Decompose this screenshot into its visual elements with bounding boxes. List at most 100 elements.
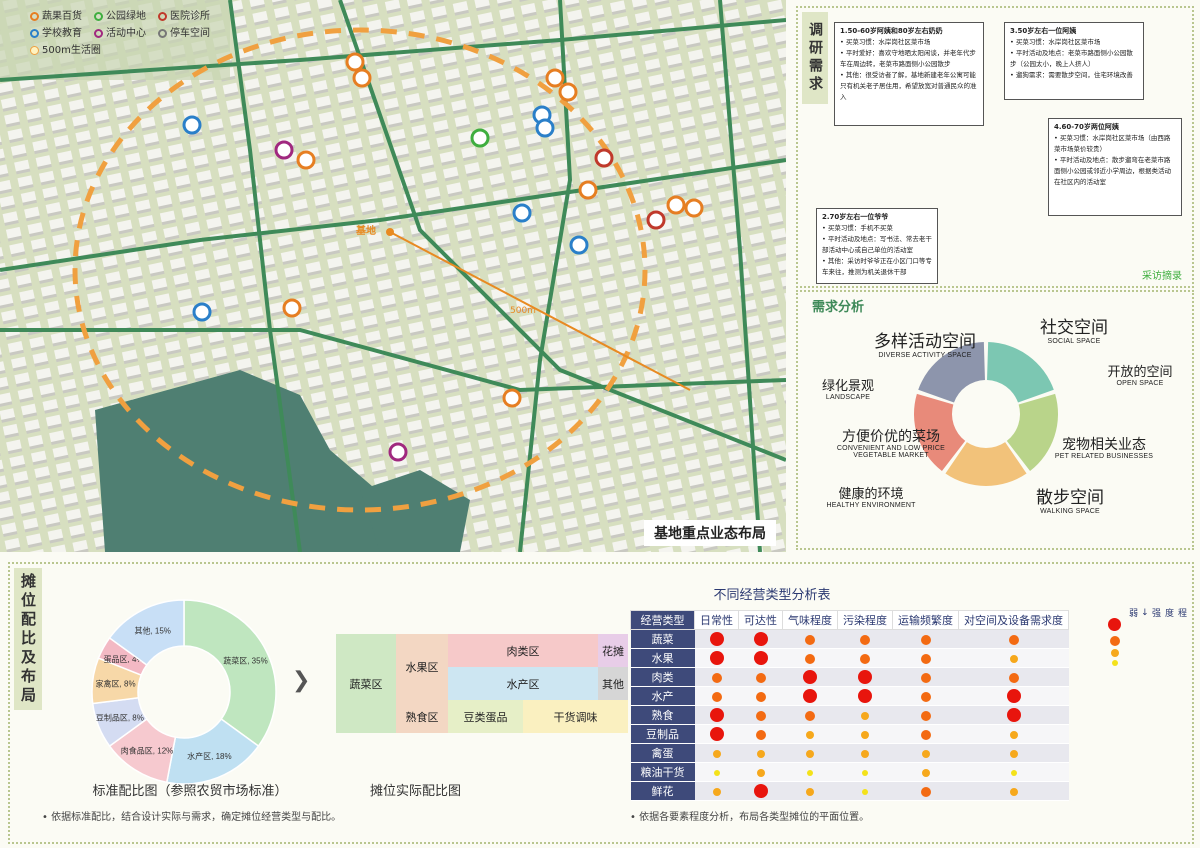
poi-pin-icon xyxy=(684,198,704,218)
level-dot xyxy=(920,691,931,702)
row-name: 肉类 xyxy=(630,667,695,687)
legend-item: 活动中心 xyxy=(94,25,146,42)
legend-item: 医院诊所 xyxy=(158,8,210,25)
legend-dot xyxy=(94,29,103,38)
level-dot xyxy=(921,768,930,777)
stall-title: 摊位配比及布局 xyxy=(14,568,42,710)
distance-label: 500m xyxy=(510,306,536,316)
level-cell xyxy=(694,743,739,763)
cell-bean-egg: 豆类蛋品 xyxy=(448,700,523,733)
level-cell xyxy=(738,743,783,763)
label-diverse-activity: 多样活动空间 DIVERSE ACTIVITY SPACE xyxy=(850,332,1000,359)
note-line: • 平时爱好：喜欢守地晒太阳闲谈，并老年代步车在周边转，老菜市路面侧小公园散步 xyxy=(840,49,976,68)
row-name: 水果 xyxy=(630,648,695,668)
label-zh: 多样活动空间 xyxy=(874,332,976,352)
label-en: PET RELATED BUSINESSES xyxy=(1054,452,1154,460)
poi-pin-icon xyxy=(296,150,316,170)
table-row: 鲜花 xyxy=(630,781,1069,801)
level-cell xyxy=(837,724,893,744)
level-dot xyxy=(920,672,931,683)
level-cell xyxy=(738,629,783,649)
level-cell xyxy=(958,743,1069,763)
note-line: • 买菜习惯：水岸岗社区菜市场 xyxy=(1010,38,1101,46)
level-dot xyxy=(1009,654,1018,663)
label-en: DIVERSE ACTIVITY SPACE xyxy=(878,351,972,359)
level-cell xyxy=(892,629,959,649)
donut-segment xyxy=(183,599,277,748)
level-cell xyxy=(892,667,959,687)
level-cell xyxy=(694,724,739,744)
actual-caption: 摊位实际配比图 xyxy=(370,784,462,799)
poi-pin-icon xyxy=(182,115,202,135)
legend-item: 公园绿地 xyxy=(94,8,146,25)
level-cell xyxy=(958,724,1069,744)
note-line: • 平时活动及地点：写书法、常去老干部活动中心或自己单位的活动室 xyxy=(822,235,932,254)
donut-label: 其他, 15% xyxy=(134,626,170,636)
level-dot xyxy=(858,670,872,684)
note-line: • 其他：很受访者了解，基地新建老年公寓可能只有机关老子居住用，希望放宽对普通民… xyxy=(840,71,977,101)
poi-pin-icon xyxy=(388,442,408,462)
standard-ratio-donut: 蔬菜区, 35% 水产区, 18% 肉食品区, 12% 豆制品区, 8% 家禽区, 8%… xyxy=(91,599,277,785)
donut-label: 水产区, 18% xyxy=(187,751,231,761)
poi-pin-icon xyxy=(558,82,578,102)
level-dot xyxy=(921,749,930,758)
legend-label: 活动中心 xyxy=(106,28,146,39)
level-dot xyxy=(860,634,870,645)
level-cell xyxy=(837,686,893,706)
poi-pin-icon xyxy=(274,140,294,160)
research-title: 调研需求 xyxy=(802,12,828,104)
level-cell xyxy=(837,629,893,649)
level-dot xyxy=(861,749,869,758)
row-name: 蔬菜 xyxy=(630,629,695,649)
level-dot xyxy=(709,651,724,665)
row-name: 鲜花 xyxy=(630,781,695,801)
level-dot xyxy=(755,672,766,683)
level-dot xyxy=(712,749,721,758)
cell-dry-goods: 干货调味 xyxy=(523,700,628,733)
level-cell xyxy=(782,781,838,801)
row-name: 熟食 xyxy=(630,705,695,725)
level-dot xyxy=(920,634,931,645)
table-row: 蔬菜 xyxy=(630,629,1069,649)
note-line: • 买菜习惯：手机不买菜 xyxy=(822,224,893,232)
legend-item: 停车空间 xyxy=(158,25,210,42)
scale-dot xyxy=(1110,636,1120,646)
note-line: • 平时活动及地点：散步遛弯在老菜市路面侧小公园或邻近小学周边，根据类活动在社区… xyxy=(1054,156,1171,186)
level-cell xyxy=(738,667,783,687)
label-social: 社交空间 SOCIAL SPACE xyxy=(1024,319,1124,345)
level-dot xyxy=(709,632,724,646)
label-zh: 散步空间 xyxy=(1036,488,1104,508)
label-zh: 健康的环境 xyxy=(838,487,904,502)
level-dot xyxy=(711,672,722,683)
label-en: SOCIAL SPACE xyxy=(1047,337,1101,345)
row-name: 粮油干货 xyxy=(630,762,695,782)
level-cell xyxy=(782,743,838,763)
level-cell xyxy=(892,762,959,782)
level-cell xyxy=(694,686,739,706)
level-dot xyxy=(803,689,817,703)
scale-label: 程度强→弱 xyxy=(1127,608,1186,617)
label-vegetable-market: 方便价优的菜场 CONVENIENT AND LOW PRICE VEGETABL… xyxy=(806,430,976,459)
analysis-title: 需求分析 xyxy=(812,300,865,315)
level-cell xyxy=(694,762,739,782)
legend-label: 500m生活圈 xyxy=(42,45,101,56)
note-head: 1.50-60岁阿姨和80岁左右奶奶 xyxy=(840,27,943,35)
level-cell xyxy=(694,629,739,649)
label-pet: 宠物相关业态 PET RELATED BUSINESSES xyxy=(1036,438,1172,460)
arrow-icon: ❯ xyxy=(292,668,311,693)
level-cell xyxy=(738,648,783,668)
table-row: 水果 xyxy=(630,648,1069,668)
level-dot xyxy=(756,749,765,758)
donut-label: 蔬菜区, 35% xyxy=(223,656,267,666)
level-dot xyxy=(1009,787,1018,796)
level-cell xyxy=(892,648,959,668)
label-en: HEALTHY ENVIRONMENT xyxy=(826,501,916,509)
level-dot xyxy=(805,634,815,645)
poi-pin-icon xyxy=(646,210,666,230)
poi-pin-icon xyxy=(666,195,686,215)
legend-label: 学校教育 xyxy=(42,28,82,39)
level-dot xyxy=(1008,672,1019,683)
note-head: 3.50岁左右一位阿姨 xyxy=(1010,27,1077,35)
table-header: 日常性 xyxy=(694,610,739,630)
level-dot xyxy=(920,786,931,797)
